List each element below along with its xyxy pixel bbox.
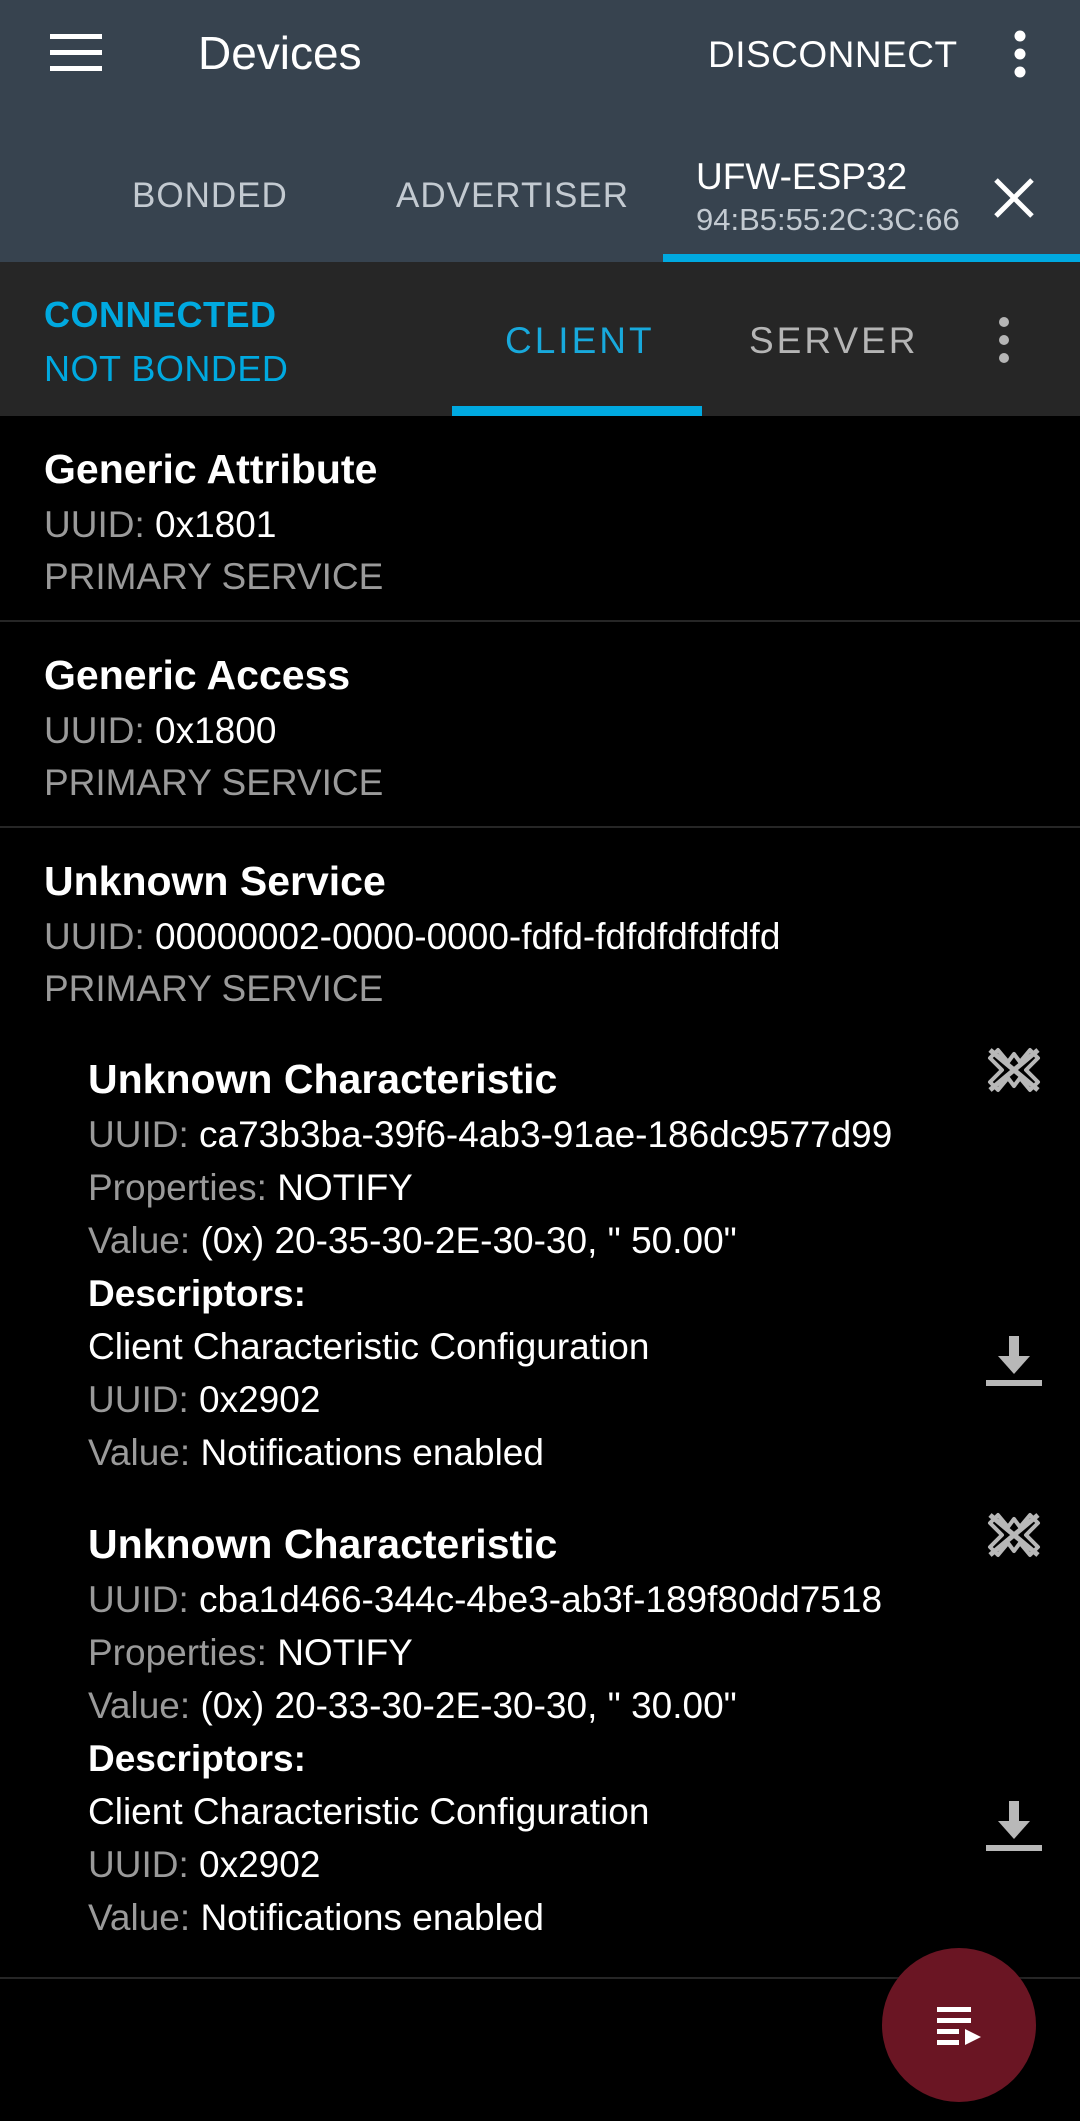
descriptor-name: Client Characteristic Configuration <box>88 1326 650 1367</box>
descriptor-value-row: Value: Notifications enabled <box>88 1432 544 1474</box>
more-vert-icon[interactable] <box>984 314 1024 370</box>
service-item[interactable]: Unknown Service UUID: 00000002-0000-0000… <box>0 828 1080 1009</box>
service-uuid: 0x1801 <box>155 504 277 545</box>
download-icon[interactable] <box>984 1795 1044 1855</box>
descriptor-value: Notifications enabled <box>200 1432 544 1473</box>
descriptor-uuid: 0x2902 <box>199 1844 321 1885</box>
tab-device[interactable]: UFW-ESP32 94:B5:55:2C:3C:66 <box>696 156 960 238</box>
characteristic-uuid: ca73b3ba-39f6-4ab3-91ae-186dc9577d99 <box>199 1114 893 1155</box>
characteristic-properties: NOTIFY <box>277 1167 413 1208</box>
properties-label: Properties: <box>88 1167 267 1208</box>
characteristic-value: (0x) 20-35-30-2E-30-30, " 50.00" <box>200 1220 737 1261</box>
device-name: UFW-ESP32 <box>696 156 908 197</box>
service-name: Generic Attribute <box>44 446 378 492</box>
characteristic-properties-row: Properties: NOTIFY <box>88 1167 413 1209</box>
characteristic-uuid-row: UUID: ca73b3ba-39f6-4ab3-91ae-186dc9577d… <box>88 1114 892 1156</box>
service-uuid: 00000002-0000-0000-fdfd-fdfdfdfdfdfd <box>155 916 781 957</box>
service-uuid-row: UUID: 00000002-0000-0000-fdfd-fdfdfdfdfd… <box>44 916 780 958</box>
page-title: Devices <box>198 27 362 79</box>
bond-state: NOT BONDED <box>44 348 289 389</box>
characteristic-value-row: Value: (0x) 20-33-30-2E-30-30, " 30.00" <box>88 1685 737 1727</box>
tab-indicator <box>663 254 1080 262</box>
characteristic-name: Unknown Characteristic <box>88 1521 558 1567</box>
descriptor-name: Client Characteristic Configuration <box>88 1791 650 1832</box>
descriptors-heading: Descriptors: <box>88 1738 306 1779</box>
close-icon[interactable] <box>988 172 1040 224</box>
descriptor-uuid-row: UUID: 0x2902 <box>88 1844 320 1886</box>
characteristic-value-row: Value: (0x) 20-35-30-2E-30-30, " 50.00" <box>88 1220 737 1262</box>
uuid-label: UUID: <box>44 710 145 751</box>
descriptor-uuid-row: UUID: 0x2902 <box>88 1379 320 1421</box>
service-type: PRIMARY SERVICE <box>44 762 384 803</box>
characteristic-properties-row: Properties: NOTIFY <box>88 1632 413 1674</box>
uuid-label: UUID: <box>88 1579 189 1620</box>
characteristic-value: (0x) 20-33-30-2E-30-30, " 30.00" <box>200 1685 737 1726</box>
service-uuid: 0x1800 <box>155 710 277 751</box>
properties-label: Properties: <box>88 1632 267 1673</box>
descriptor-value: Notifications enabled <box>200 1897 544 1938</box>
value-label: Value: <box>88 1685 191 1726</box>
tab-bonded[interactable]: BONDED <box>132 176 288 216</box>
menu-icon[interactable] <box>36 18 116 90</box>
tab-client[interactable]: CLIENT <box>505 320 655 362</box>
device-address: 94:B5:55:2C:3C:66 <box>696 202 960 237</box>
characteristic-item[interactable]: Unknown Characteristic UUID: ca73b3ba-39… <box>88 1052 1080 1474</box>
tab-advertiser[interactable]: ADVERTISER <box>396 176 629 216</box>
descriptor-value-row: Value: Notifications enabled <box>88 1897 544 1939</box>
more-vert-icon[interactable] <box>1000 26 1040 86</box>
uuid-label: UUID: <box>44 504 145 545</box>
notifications-disable-icon[interactable] <box>984 1040 1044 1100</box>
service-item[interactable]: Generic Attribute UUID: 0x1801 PRIMARY S… <box>0 416 1080 620</box>
service-item[interactable]: Generic Access UUID: 0x1800 PRIMARY SERV… <box>0 622 1080 826</box>
service-type: PRIMARY SERVICE <box>44 968 384 1009</box>
disconnect-button[interactable]: DISCONNECT <box>708 34 958 76</box>
log-fab-button[interactable] <box>882 1948 1036 2102</box>
uuid-label: UUID: <box>88 1114 189 1155</box>
value-label: Value: <box>88 1897 191 1938</box>
uuid-label: UUID: <box>88 1379 189 1420</box>
value-label: Value: <box>88 1220 191 1261</box>
uuid-label: UUID: <box>44 916 145 957</box>
app-toolbar: Devices DISCONNECT BONDED ADVERTISER UFW… <box>0 0 1080 262</box>
service-name: Unknown Service <box>44 858 386 904</box>
download-icon[interactable] <box>984 1330 1044 1390</box>
client-tab-indicator <box>452 406 702 416</box>
uuid-label: UUID: <box>88 1844 189 1885</box>
service-type: PRIMARY SERVICE <box>44 556 384 597</box>
notifications-disable-icon[interactable] <box>984 1505 1044 1565</box>
connection-state: CONNECTED <box>44 294 277 335</box>
characteristic-properties: NOTIFY <box>277 1632 413 1673</box>
service-name: Generic Access <box>44 652 351 698</box>
characteristic-item[interactable]: Unknown Characteristic UUID: cba1d466-34… <box>88 1517 1080 1939</box>
characteristic-uuid-row: UUID: cba1d466-344c-4be3-ab3f-189f80dd75… <box>88 1579 882 1621</box>
tab-server[interactable]: SERVER <box>749 320 919 362</box>
connection-header: CONNECTED NOT BONDED CLIENT SERVER <box>0 262 1080 416</box>
service-uuid-row: UUID: 0x1801 <box>44 504 276 546</box>
descriptors-heading: Descriptors: <box>88 1273 306 1314</box>
log-playlist-icon <box>937 2007 981 2045</box>
service-uuid-row: UUID: 0x1800 <box>44 710 276 752</box>
characteristic-uuid: cba1d466-344c-4be3-ab3f-189f80dd7518 <box>199 1579 883 1620</box>
descriptor-uuid: 0x2902 <box>199 1379 321 1420</box>
characteristic-name: Unknown Characteristic <box>88 1056 558 1102</box>
value-label: Value: <box>88 1432 191 1473</box>
